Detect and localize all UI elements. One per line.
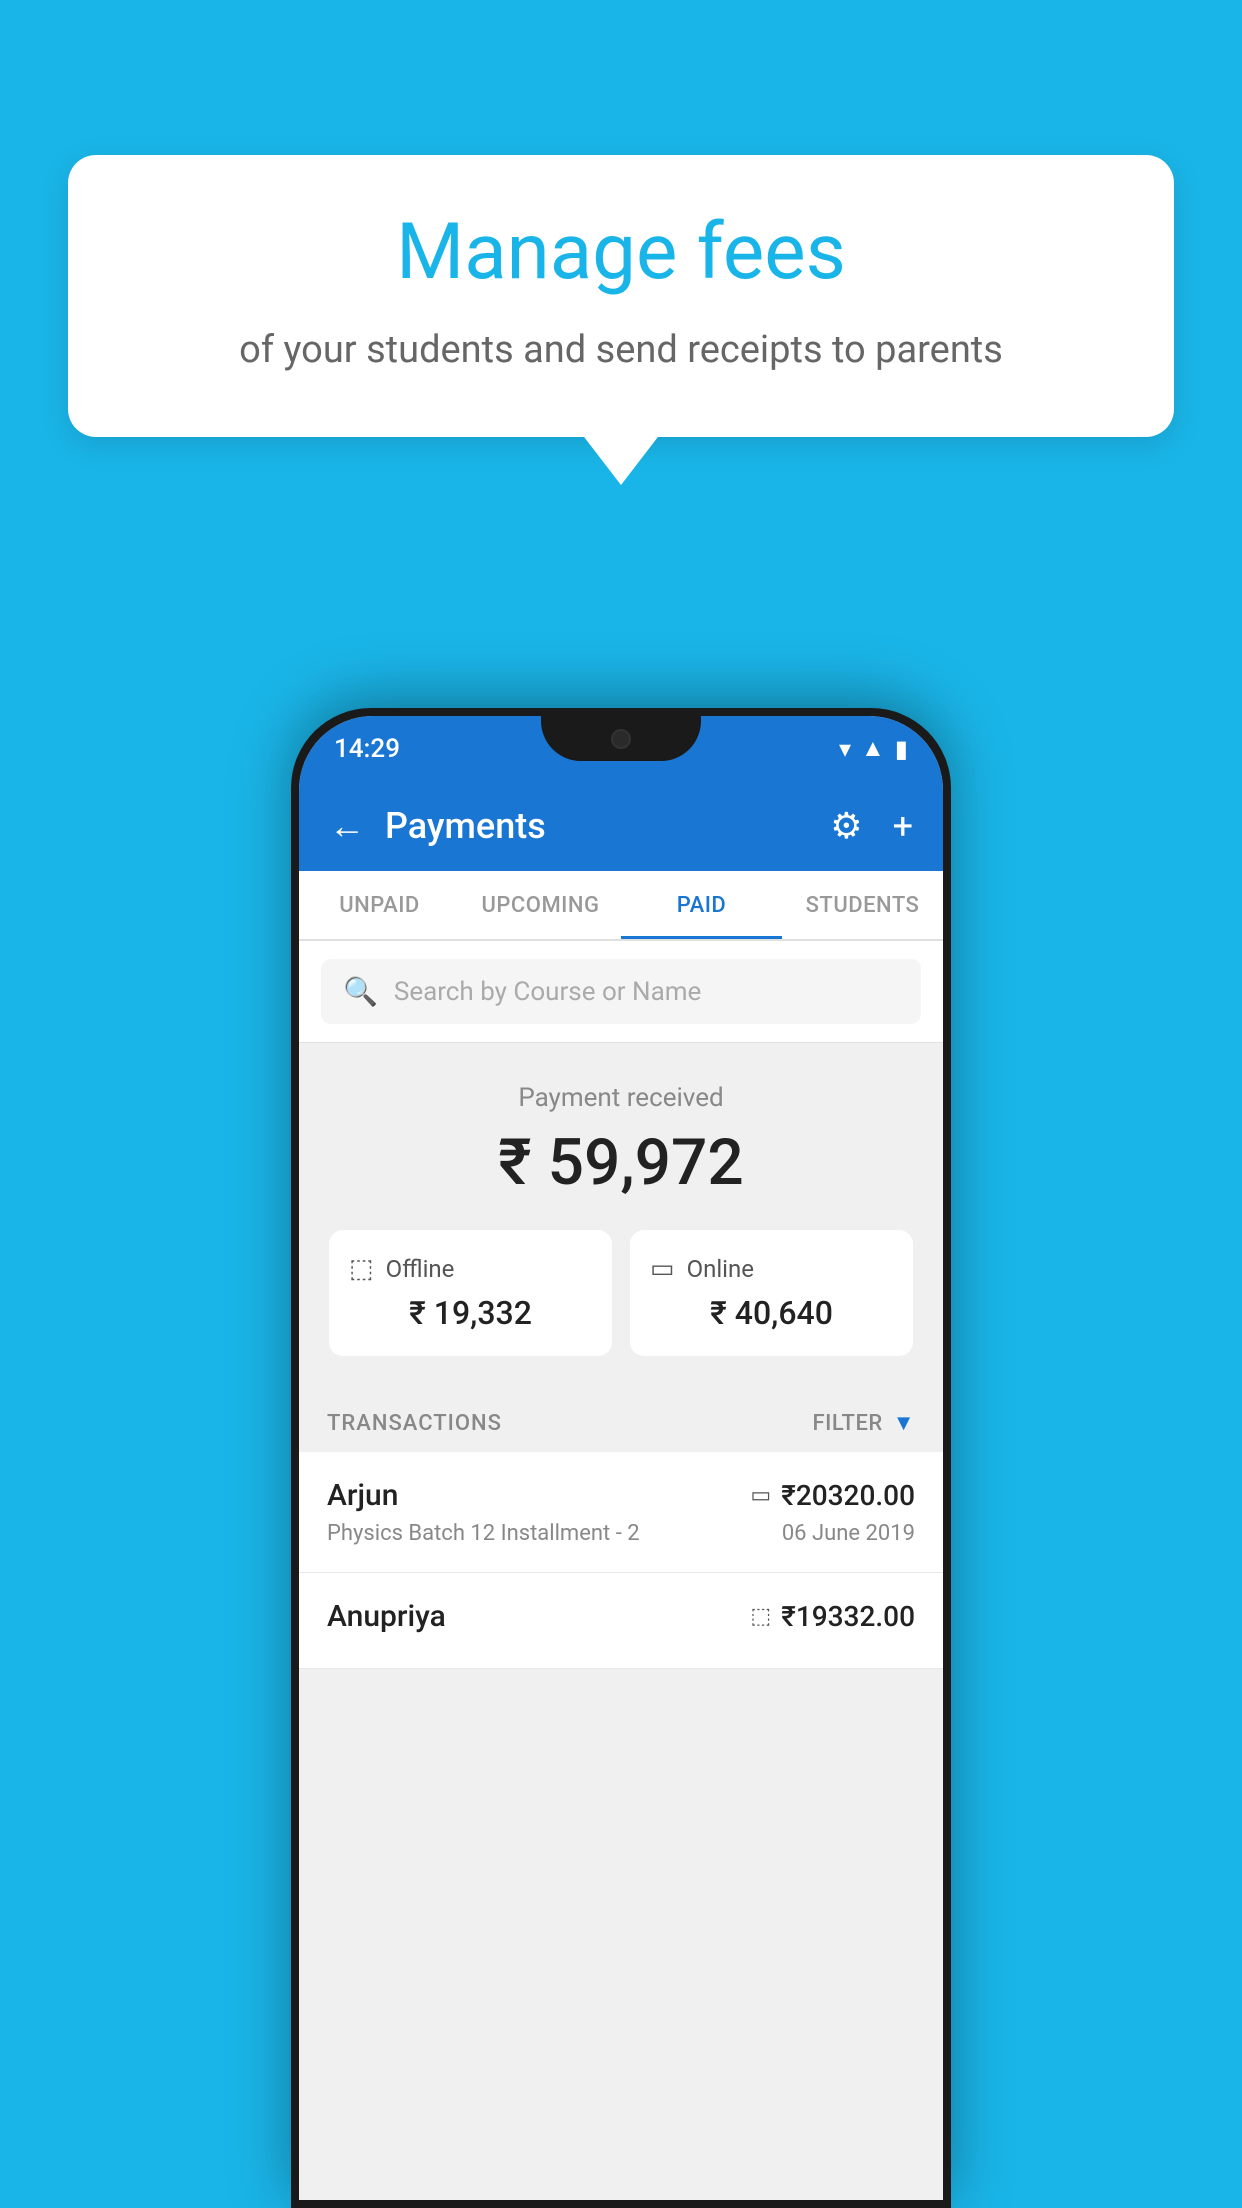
notch (541, 716, 701, 761)
transaction-amount: ₹20320.00 (781, 1479, 915, 1512)
wifi-icon: ▾ (839, 735, 851, 763)
filter-button[interactable]: FILTER ▼ (812, 1410, 915, 1436)
offline-pay-icon: ⬚ (750, 1604, 771, 1629)
transactions-list: Arjun ▭ ₹20320.00 Physics Batch 12 Insta… (299, 1452, 943, 1669)
online-label: Online (687, 1255, 754, 1283)
offline-amount: ₹ 19,332 (349, 1294, 592, 1332)
transaction-name: Arjun (327, 1478, 398, 1513)
battery-icon: ▮ (895, 735, 908, 763)
payment-received-label: Payment received (329, 1083, 913, 1113)
table-row[interactable]: Anupriya ⬚ ₹19332.00 (299, 1573, 943, 1669)
app-header: ← Payments ⚙ + (299, 781, 943, 871)
status-icons: ▾ ▲ ▮ (839, 734, 908, 763)
transactions-header: TRANSACTIONS FILTER ▼ (299, 1386, 943, 1452)
payment-cards: ⬚ Offline ₹ 19,332 ▭ Online ₹ 40,640 (329, 1230, 913, 1356)
tab-students[interactable]: STUDENTS (782, 871, 943, 939)
offline-label: Offline (386, 1255, 455, 1283)
settings-icon[interactable]: ⚙ (830, 805, 862, 847)
transaction-amount-wrap: ⬚ ₹19332.00 (750, 1600, 915, 1633)
speech-bubble: Manage fees of your students and send re… (68, 155, 1174, 437)
offline-icon: ⬚ (349, 1254, 374, 1284)
tab-unpaid[interactable]: UNPAID (299, 871, 460, 939)
transaction-amount: ₹19332.00 (781, 1600, 915, 1633)
add-button[interactable]: + (893, 805, 913, 847)
online-pay-icon: ▭ (750, 1483, 771, 1508)
transaction-amount-wrap: ▭ ₹20320.00 (750, 1479, 915, 1512)
transaction-name: Anupriya (327, 1599, 446, 1634)
transaction-date: 06 June 2019 (782, 1521, 915, 1546)
search-bar[interactable]: 🔍 Search by Course or Name (321, 959, 921, 1024)
camera (611, 729, 631, 749)
tab-paid[interactable]: PAID (621, 871, 782, 939)
page-title: Payments (385, 805, 800, 847)
search-icon: 🔍 (343, 975, 378, 1008)
signal-icon: ▲ (861, 734, 885, 763)
filter-label: FILTER (812, 1411, 882, 1436)
transaction-detail: Physics Batch 12 Installment - 2 (327, 1521, 640, 1546)
online-icon: ▭ (650, 1254, 675, 1284)
tabs-bar: UNPAID UPCOMING PAID STUDENTS (299, 871, 943, 941)
filter-icon: ▼ (893, 1410, 915, 1436)
online-card: ▭ Online ₹ 40,640 (630, 1230, 913, 1356)
tab-upcoming[interactable]: UPCOMING (460, 871, 621, 939)
online-amount: ₹ 40,640 (650, 1294, 893, 1332)
payment-total-amount: ₹ 59,972 (329, 1125, 913, 1200)
phone-screen: 14:29 ▾ ▲ ▮ ← Payments ⚙ + UNPAID UPCOMI… (299, 716, 943, 2200)
transactions-label: TRANSACTIONS (327, 1411, 502, 1436)
phone-frame: 14:29 ▾ ▲ ▮ ← Payments ⚙ + UNPAID UPCOMI… (291, 708, 951, 2208)
search-container: 🔍 Search by Course or Name (299, 941, 943, 1043)
back-button[interactable]: ← (329, 805, 365, 847)
table-row[interactable]: Arjun ▭ ₹20320.00 Physics Batch 12 Insta… (299, 1452, 943, 1573)
bubble-title: Manage fees (128, 210, 1114, 296)
search-input[interactable]: Search by Course or Name (394, 977, 701, 1007)
payment-summary: Payment received ₹ 59,972 ⬚ Offline ₹ 19… (299, 1043, 943, 1386)
status-bar: 14:29 ▾ ▲ ▮ (299, 716, 943, 781)
offline-card: ⬚ Offline ₹ 19,332 (329, 1230, 612, 1356)
bubble-subtitle: of your students and send receipts to pa… (128, 324, 1114, 377)
status-time: 14:29 (334, 734, 400, 764)
